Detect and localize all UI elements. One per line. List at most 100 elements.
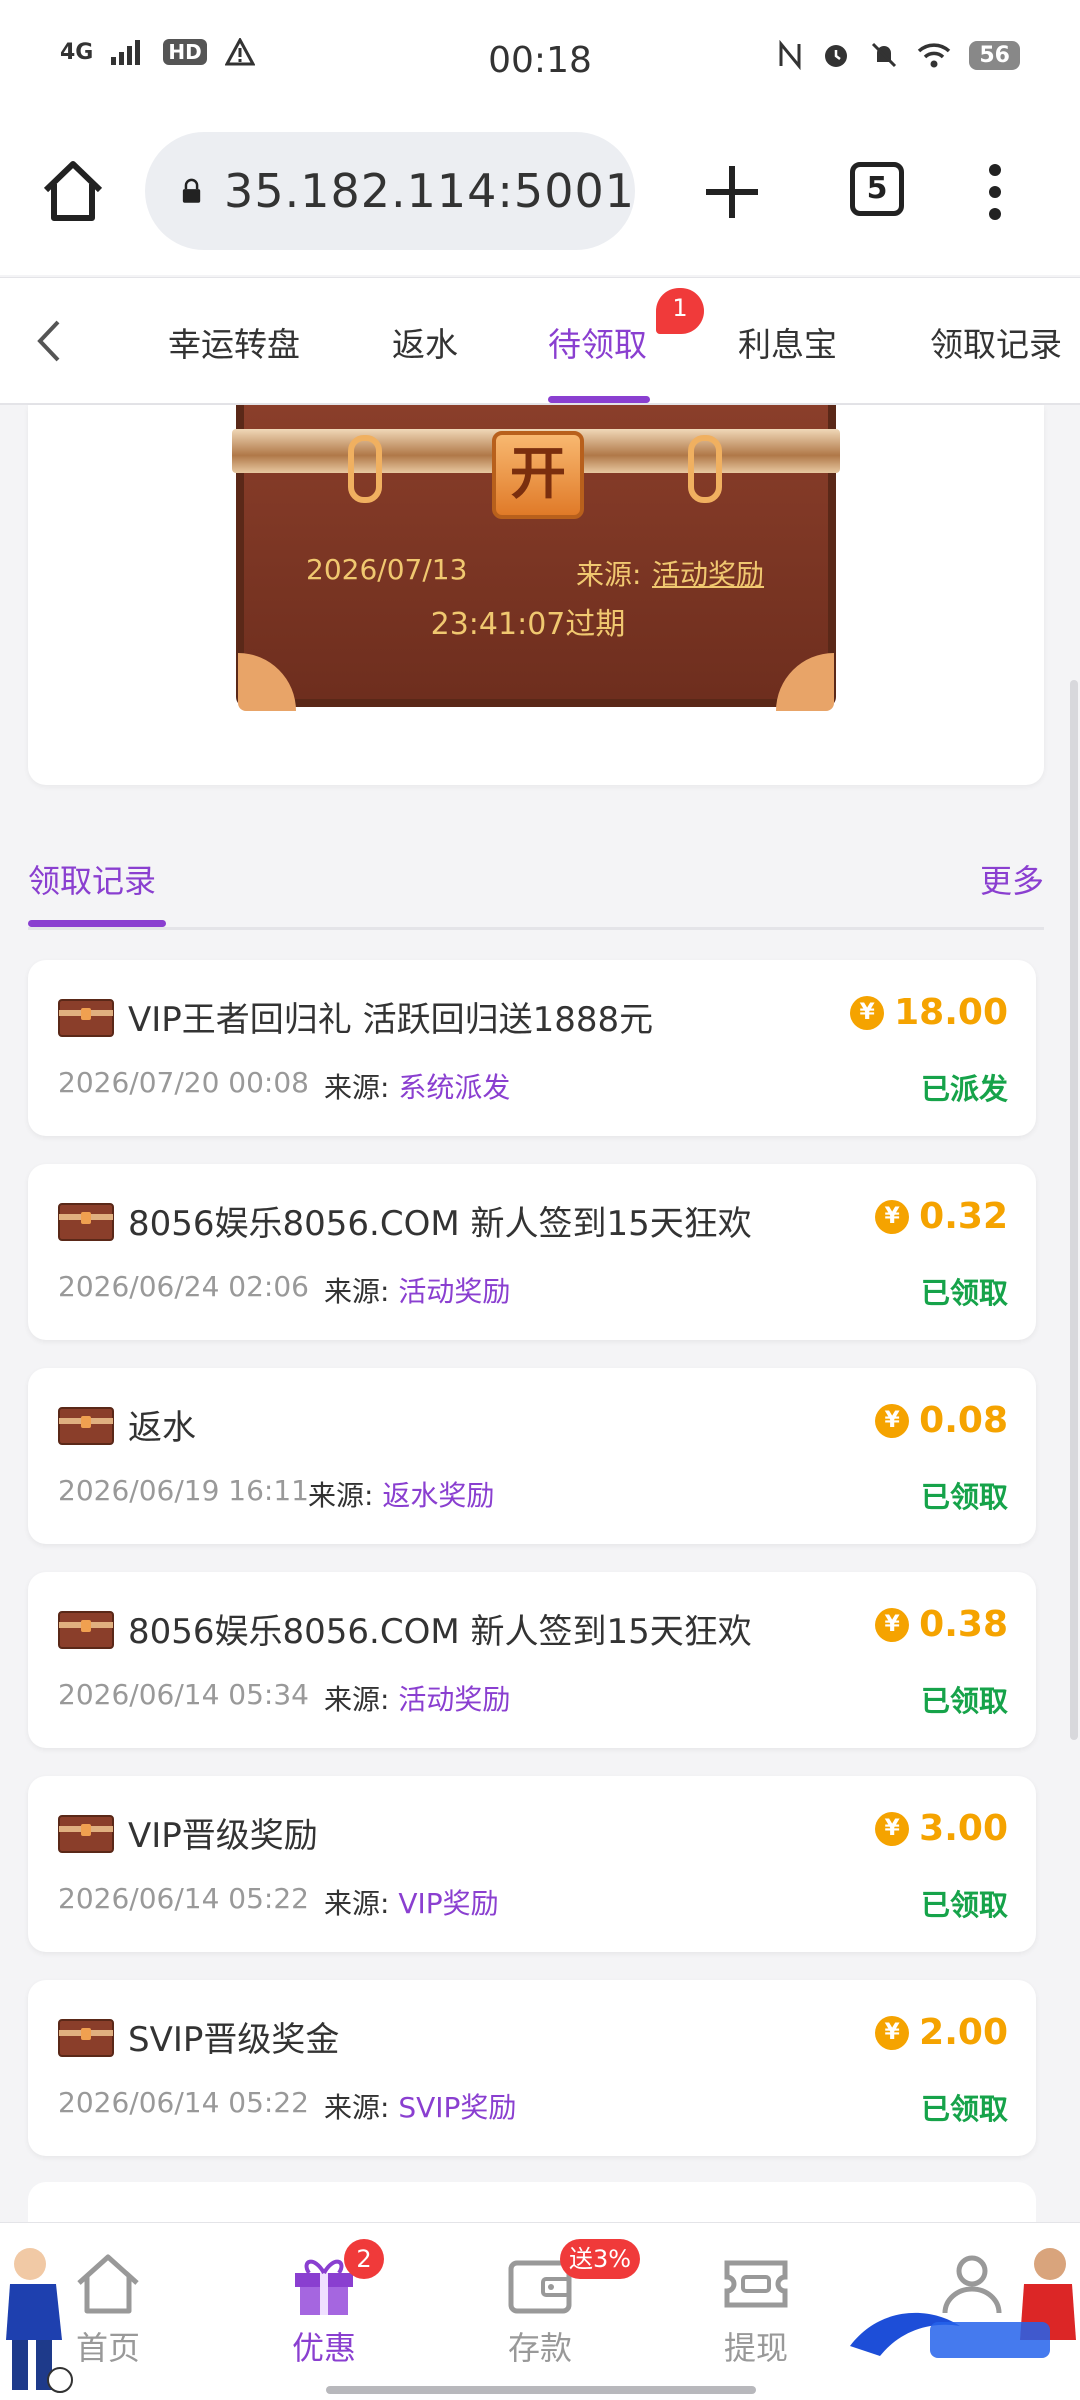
chest-latch-left xyxy=(348,435,382,503)
record-source-value: VIP奖励 xyxy=(398,1887,499,1920)
more-link[interactable]: 更多 xyxy=(980,856,1044,902)
list-item[interactable]: 8056娱乐8056.COM 新人签到15天狂欢 ¥0.38 2026/06/14 … xyxy=(28,1572,1036,1748)
tab-interest[interactable]: 利息宝 xyxy=(738,318,837,366)
coin-icon: ¥ xyxy=(850,995,885,1030)
claim-records-underline xyxy=(28,920,166,927)
record-source-label: 来源: xyxy=(308,1479,374,1512)
record-title: 8056娱乐8056.COM 新人签到15天狂欢 xyxy=(128,1204,752,1244)
coin-icon: ¥ xyxy=(875,2015,910,2050)
chest-icon xyxy=(58,2016,114,2058)
record-date: 2026/07/20 00:08 xyxy=(58,1066,309,1099)
tab-rebate[interactable]: 返水 xyxy=(392,318,458,366)
tab-lucky-wheel[interactable]: 幸运转盘 xyxy=(168,318,300,366)
record-title: 返水 xyxy=(128,1408,196,1448)
record-source: 来源: 系统派发 xyxy=(324,1066,510,1106)
record-source-label: 来源: xyxy=(324,1683,390,1716)
alarm-icon xyxy=(825,45,848,67)
list-item[interactable]: VIP王者回归礼 活跃回归送1888元 ¥18.00 2026/07/20 00:0… xyxy=(28,960,1036,1136)
coin-icon: ¥ xyxy=(875,1811,910,1846)
wifi-icon xyxy=(918,43,951,68)
claim-records-title[interactable]: 领取记录 xyxy=(28,856,156,902)
record-source-label: 来源: xyxy=(324,1275,390,1308)
nav-withdraw-label: 提现 xyxy=(723,2329,788,2367)
promo-tab-bar: 幸运转盘 返水 待领取 1 利息宝 领取记录 xyxy=(0,277,1080,405)
active-tab-indicator xyxy=(548,396,650,403)
record-amount: ¥0.32 xyxy=(875,1196,1008,1237)
tab-pending[interactable]: 待领取 xyxy=(548,318,647,366)
lock-icon xyxy=(182,178,201,203)
list-item[interactable]: 返水 ¥0.08 2026/06/19 16:11 来源: 返水奖励 已领取 xyxy=(28,1368,1036,1544)
address-bar[interactable]: 35.182.114:5001 xyxy=(145,132,635,250)
record-status: 已领取 xyxy=(920,1684,1008,1718)
record-source-label: 来源: xyxy=(324,2091,390,2124)
nav-deposit[interactable]: 存款 送3% xyxy=(480,2239,640,2369)
record-amount: ¥2.00 xyxy=(875,2012,1008,2053)
battery-indicator: 56 xyxy=(969,40,1020,70)
record-source-label: 来源: xyxy=(324,1071,390,1104)
record-amount: ¥0.38 xyxy=(875,1604,1008,1645)
chest-date: 2026/07/13 xyxy=(306,553,468,586)
record-title: 8056娱乐8056.COM 新人签到15天狂欢 xyxy=(128,1612,752,1652)
browser-toolbar: 35.182.114:5001 5 xyxy=(0,120,1080,275)
record-status: 已派发 xyxy=(920,1072,1008,1106)
record-source-value: 返水奖励 xyxy=(382,1479,495,1512)
url-text: 35.182.114:5001 xyxy=(224,164,635,218)
new-tab-icon[interactable] xyxy=(700,160,764,224)
tab-claim-history[interactable]: 领取记录 xyxy=(930,318,1062,366)
nav-promotions-badge: 2 xyxy=(344,2239,384,2279)
back-arrow-icon[interactable] xyxy=(30,316,70,366)
record-date: 2026/06/19 16:11 xyxy=(58,1474,309,1507)
treasure-chest[interactable]: 开 2026/07/13 来源: 活动奖励 23:41:07过期 xyxy=(232,405,840,711)
brand-logo xyxy=(850,2312,1050,2358)
nfc-icon xyxy=(779,40,801,70)
home-icon[interactable] xyxy=(38,156,108,226)
record-source: 来源: VIP奖励 xyxy=(324,1882,499,1922)
record-amount: ¥0.08 xyxy=(875,1400,1008,1441)
record-source-label: 来源: xyxy=(324,1887,390,1920)
record-amount: ¥3.00 xyxy=(875,1808,1008,1849)
scrollbar[interactable] xyxy=(1070,680,1078,1740)
nav-promotions-label: 优惠 xyxy=(291,2329,356,2367)
chest-source-link[interactable]: 活动奖励 xyxy=(652,553,764,593)
record-title: VIP晋级奖励 xyxy=(128,1816,318,1856)
ticket-icon xyxy=(724,2260,788,2308)
record-source-value: 系统派发 xyxy=(398,1071,511,1104)
record-amount: ¥18.00 xyxy=(850,992,1008,1033)
list-item[interactable]: SVIP晋级奖金 ¥2.00 2026/06/14 05:22 来源: SVIP奖励 已… xyxy=(28,1980,1036,2156)
nav-deposit-badge: 送3% xyxy=(560,2239,640,2279)
home-icon xyxy=(77,2254,139,2314)
nav-deposit-label: 存款 xyxy=(507,2329,572,2367)
chest-latch-right xyxy=(688,435,722,503)
record-source: 来源: 活动奖励 xyxy=(324,1678,510,1718)
home-indicator[interactable] xyxy=(326,2386,756,2394)
list-item[interactable]: VIP晋级奖励 ¥3.00 2026/06/14 05:22 来源: VIP奖励 已领取 xyxy=(28,1776,1036,1952)
player-illustration-left xyxy=(6,2248,73,2393)
chest-icon xyxy=(58,996,114,1038)
open-chest-button[interactable]: 开 xyxy=(492,431,584,519)
record-amount-value: 18.00 xyxy=(894,992,1008,1033)
mute-icon xyxy=(872,42,897,68)
record-amount-value: 2.00 xyxy=(919,2012,1008,2053)
record-date: 2026/06/24 02:06 xyxy=(58,1270,309,1303)
record-source-value: SVIP奖励 xyxy=(398,2091,517,2124)
record-amount-value: 0.38 xyxy=(919,1604,1008,1645)
claim-records-list: VIP王者回归礼 活跃回归送1888元 ¥18.00 2026/07/20 00:0… xyxy=(28,960,1036,2184)
tab-switcher-button[interactable]: 5 xyxy=(850,162,904,216)
record-source: 来源: 返水奖励 xyxy=(308,1474,494,1514)
record-status: 已领取 xyxy=(920,1888,1008,1922)
coin-icon: ¥ xyxy=(875,1199,910,1234)
status-bar: 4G HD 00:18 56 xyxy=(0,0,1080,120)
record-title: SVIP晋级奖金 xyxy=(128,2020,340,2060)
status-right: 56 xyxy=(777,40,1020,70)
record-status: 已领取 xyxy=(920,1480,1008,1514)
record-status: 已领取 xyxy=(920,1276,1008,1310)
more-icon[interactable] xyxy=(980,160,1010,224)
record-title: VIP王者回归礼 活跃回归送1888元 xyxy=(128,1000,654,1040)
list-item[interactable]: 8056娱乐8056.COM 新人签到15天狂欢 ¥0.32 2026/06/24 … xyxy=(28,1164,1036,1340)
chest-expiry: 23:41:07过期 xyxy=(430,607,626,642)
nav-withdraw[interactable]: 提现 xyxy=(696,2251,816,2369)
chest-icon xyxy=(58,1200,114,1242)
chest-icon xyxy=(58,1404,114,1446)
record-date: 2026/06/14 05:22 xyxy=(58,1882,309,1915)
nav-promotions[interactable]: 优惠 2 xyxy=(264,2239,384,2369)
